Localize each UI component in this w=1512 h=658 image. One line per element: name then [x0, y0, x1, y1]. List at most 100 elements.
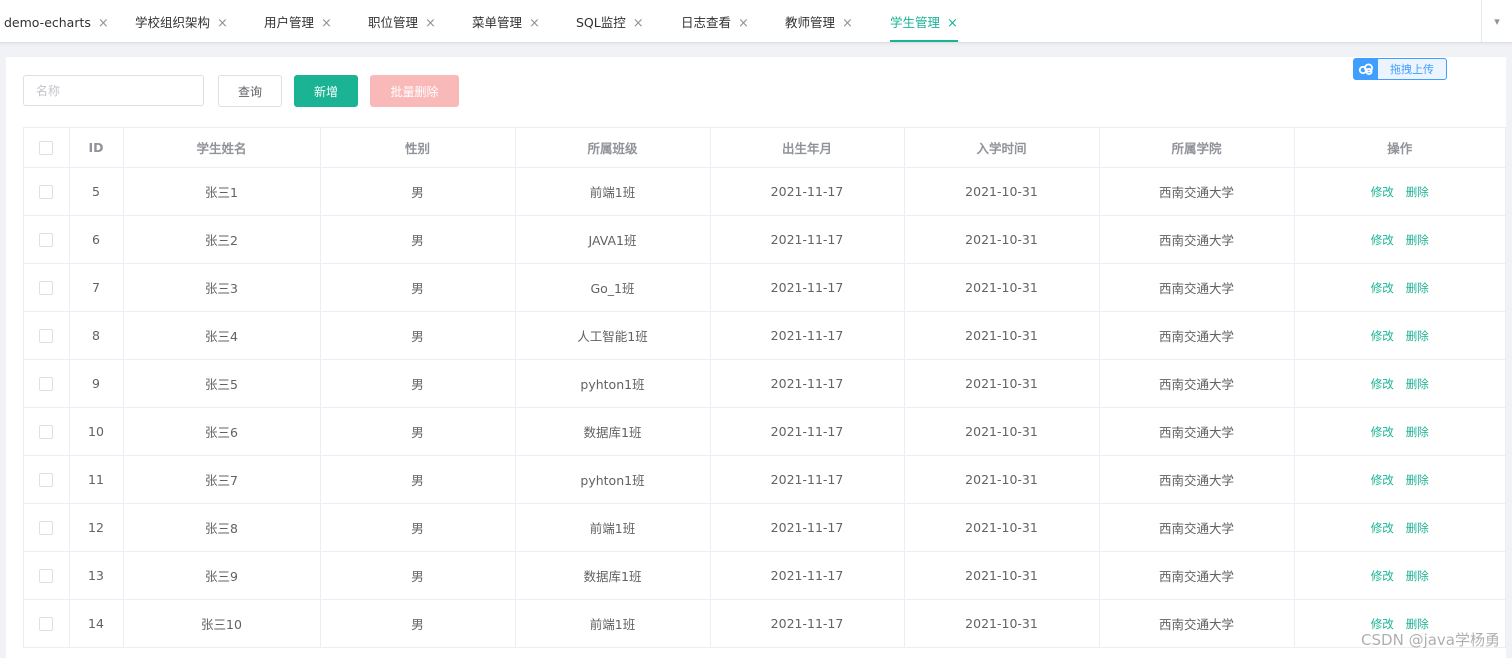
tab-sql-monitor[interactable]: SQL监控 ×: [576, 0, 644, 42]
tab-student-management[interactable]: 学生管理 ×: [890, 0, 958, 42]
class-cell: 数据库1班: [515, 551, 711, 600]
close-icon[interactable]: ×: [947, 16, 958, 31]
edit-button[interactable]: 修改: [1371, 329, 1394, 343]
edit-button[interactable]: 修改: [1371, 425, 1394, 439]
row-checkbox[interactable]: [39, 617, 54, 632]
id-cell: 9: [69, 359, 124, 408]
birth-cell: 2021-11-17: [710, 167, 905, 216]
tab-user-management[interactable]: 用户管理 ×: [264, 0, 332, 42]
college-cell: 西南交通大学: [1099, 503, 1295, 552]
class-cell: 数据库1班: [515, 407, 711, 456]
table-row: 14 张三10 男前端1班 2021-11-17 2021-10-31 西南交通大学 修改删…: [24, 599, 1505, 648]
tab-menu-management[interactable]: 菜单管理 ×: [472, 0, 540, 42]
table-row: 13 张三9 男数据库1班 2021-11-17 2021-10-31 西南交通大学 修改删…: [24, 551, 1505, 600]
delete-button[interactable]: 删除: [1406, 185, 1429, 199]
drag-upload-button[interactable]: 拖拽上传: [1353, 58, 1447, 80]
table-row: 11 张三7 男 pyhton1班 2021-11-17 2021-10-31 西南交通大学…: [24, 455, 1505, 504]
column-header-name: 学生姓名: [123, 128, 321, 168]
row-select-cell: [24, 551, 70, 600]
college-cell: 西南交通大学: [1099, 311, 1295, 360]
name-cell: 张三7: [123, 455, 321, 504]
birth-cell: 2021-11-17: [710, 407, 905, 456]
close-icon[interactable]: ×: [842, 16, 853, 31]
name-cell: 张三6: [123, 407, 321, 456]
delete-button[interactable]: 删除: [1406, 569, 1429, 583]
delete-button[interactable]: 删除: [1406, 233, 1429, 247]
actions-cell: 修改 删除: [1294, 359, 1505, 408]
row-checkbox[interactable]: [39, 473, 54, 488]
row-checkbox[interactable]: [39, 569, 54, 584]
edit-button[interactable]: 修改: [1371, 233, 1394, 247]
delete-button[interactable]: 删除: [1406, 473, 1429, 487]
row-checkbox[interactable]: [39, 185, 54, 200]
gender-cell: 男: [320, 311, 516, 360]
tab-label: 菜单管理: [472, 15, 523, 30]
batch-delete-button[interactable]: 批量删除: [370, 75, 459, 107]
close-icon[interactable]: ×: [217, 16, 228, 31]
edit-button[interactable]: 修改: [1371, 185, 1394, 199]
tab-label: SQL监控: [576, 15, 626, 30]
tab-demo-echarts[interactable]: demo-echarts ×: [4, 0, 109, 42]
college-cell: 西南交通大学: [1099, 407, 1295, 456]
tab-teacher-management[interactable]: 教师管理 ×: [785, 0, 853, 42]
close-icon[interactable]: ×: [633, 16, 644, 31]
select-all-cell: [24, 128, 70, 168]
row-checkbox[interactable]: [39, 281, 54, 296]
add-button[interactable]: 新增: [294, 75, 358, 107]
edit-button[interactable]: 修改: [1371, 473, 1394, 487]
upload-label: 拖拽上传: [1390, 63, 1434, 76]
row-select-cell: [24, 263, 70, 312]
tab-more-button[interactable]: ▾: [1481, 0, 1512, 42]
enroll-cell: 2021-10-31: [904, 551, 1100, 600]
gender-cell: 男: [320, 503, 516, 552]
select-all-checkbox[interactable]: [39, 141, 54, 156]
edit-button[interactable]: 修改: [1371, 521, 1394, 535]
college-cell: 西南交通大学: [1099, 359, 1295, 408]
row-checkbox[interactable]: [39, 329, 54, 344]
gender-cell: 男: [320, 167, 516, 216]
gender-cell: 男: [320, 359, 516, 408]
tab-log-view[interactable]: 日志查看 ×: [681, 0, 749, 42]
delete-button[interactable]: 删除: [1406, 329, 1429, 343]
birth-cell: 2021-11-17: [710, 503, 905, 552]
close-icon[interactable]: ×: [98, 16, 109, 31]
delete-button[interactable]: 删除: [1406, 617, 1429, 631]
row-checkbox[interactable]: [39, 425, 54, 440]
close-icon[interactable]: ×: [529, 16, 540, 31]
close-icon[interactable]: ×: [738, 16, 749, 31]
delete-button[interactable]: 删除: [1406, 377, 1429, 391]
tab-school-org[interactable]: 学校组织架构 ×: [135, 0, 228, 42]
tab-position-management[interactable]: 职位管理 ×: [368, 0, 436, 42]
id-cell: 8: [69, 311, 124, 360]
actions-cell: 修改 删除: [1294, 455, 1505, 504]
edit-button[interactable]: 修改: [1371, 281, 1394, 295]
id-cell: 12: [69, 503, 124, 552]
row-checkbox[interactable]: [39, 233, 54, 248]
edit-button[interactable]: 修改: [1371, 617, 1394, 631]
close-icon[interactable]: ×: [425, 16, 436, 31]
main-content: 查询 新增 批量删除 拖拽上传 ID 学生姓名 性别: [6, 57, 1506, 658]
delete-button[interactable]: 删除: [1406, 425, 1429, 439]
column-header-id: ID: [69, 128, 124, 168]
student-table: ID 学生姓名 性别 所属班级 出生年月 入学时间 所属学院 操作 5 张三1 男前…: [23, 127, 1506, 648]
delete-button[interactable]: 删除: [1406, 521, 1429, 535]
college-cell: 西南交通大学: [1099, 263, 1295, 312]
row-select-cell: [24, 503, 70, 552]
search-input[interactable]: [23, 75, 204, 106]
edit-button[interactable]: 修改: [1371, 569, 1394, 583]
row-checkbox[interactable]: [39, 377, 54, 392]
column-header-actions: 操作: [1294, 128, 1505, 168]
actions-cell: 修改 删除: [1294, 263, 1505, 312]
actions-cell: 修改 删除: [1294, 311, 1505, 360]
tab-label: 学生管理: [890, 15, 941, 30]
query-button[interactable]: 查询: [218, 75, 282, 107]
college-cell: 西南交通大学: [1099, 551, 1295, 600]
column-header-college: 所属学院: [1099, 128, 1295, 168]
column-header-birth: 出生年月: [710, 128, 905, 168]
close-icon[interactable]: ×: [321, 16, 332, 31]
edit-button[interactable]: 修改: [1371, 377, 1394, 391]
gender-cell: 男: [320, 455, 516, 504]
row-checkbox[interactable]: [39, 521, 54, 536]
tab-label: 日志查看: [681, 15, 732, 30]
delete-button[interactable]: 删除: [1406, 281, 1429, 295]
